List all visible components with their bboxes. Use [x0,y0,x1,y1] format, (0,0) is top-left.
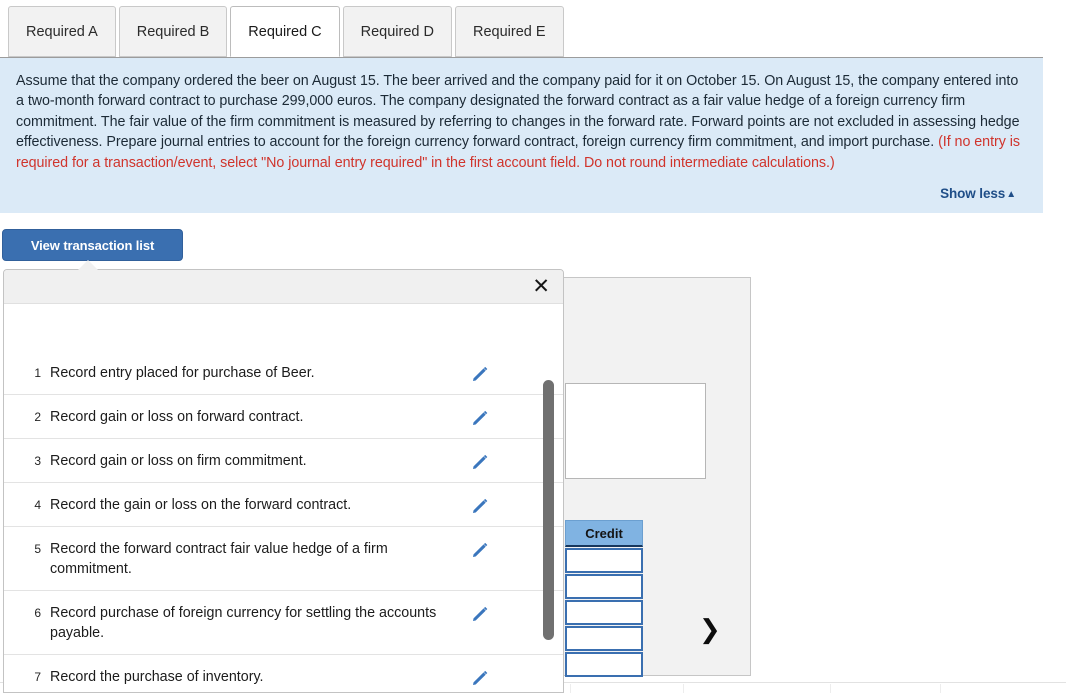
transaction-label: Record the forward contract fair value h… [50,541,388,577]
transaction-row[interactable]: 7 Record the purchase of inventory. [4,655,563,692]
pencil-icon [471,364,490,383]
credit-input-cell[interactable] [565,652,643,677]
transaction-label: Record the purchase of inventory. [50,669,264,685]
transaction-row[interactable]: 3 Record gain or loss on firm commitment. [4,439,563,483]
transaction-list-modal: ✕ 1 Record entry placed for purchase of B… [3,269,564,693]
transaction-row[interactable]: 2 Record gain or loss on forward contract… [4,395,563,439]
view-transaction-list-button[interactable]: View transaction list [2,229,183,261]
edit-transaction-button[interactable] [450,603,510,623]
modal-body: 1 Record entry placed for purchase of Bee… [4,304,563,692]
footer-tick [830,684,831,693]
pencil-icon [471,540,490,559]
transaction-number: 6 [34,606,41,620]
credit-column: Credit [565,520,643,677]
credit-input-cell[interactable] [565,626,643,651]
footer-tick [940,684,941,693]
transaction-row[interactable]: 6 Record purchase of foreign currency for… [4,591,563,655]
tab-label: Required D [360,23,434,40]
instruction-text: Assume that the company ordered the beer… [16,71,1025,173]
tab-required-c[interactable]: Required C [230,6,340,57]
transaction-number: 1 [34,366,41,380]
tab-required-a[interactable]: Required A [8,6,116,57]
pencil-icon [471,668,490,687]
pencil-icon [471,408,490,427]
pencil-icon [471,604,490,623]
view-transaction-list-label: View transaction list [30,237,155,253]
pencil-icon [471,452,490,471]
transaction-list: 1 Record entry placed for purchase of Bee… [4,351,563,692]
tab-label: Required B [136,23,210,40]
edit-transaction-button[interactable] [450,363,510,383]
credit-input-cell[interactable] [565,548,643,573]
tab-required-b[interactable]: Required B [118,6,228,57]
tab-label: Required E [472,23,546,40]
transaction-label: Record purchase of foreign currency for … [50,605,437,641]
transaction-row[interactable]: 1 Record entry placed for purchase of Bee… [4,351,563,395]
footer-tick [683,684,684,693]
close-icon[interactable]: ✕ [532,274,550,299]
instruction-body: Assume that the company ordered the beer… [16,73,1020,151]
credit-column-header: Credit [565,520,643,547]
transaction-number: 4 [34,498,41,512]
tab-label: Required C [248,23,322,40]
transaction-label: Record gain or loss on firm commitment. [50,453,307,469]
credit-input-cell[interactable] [565,574,643,599]
transaction-label: Record the gain or loss on the forward c… [50,497,352,513]
transaction-label: Record gain or loss on forward contract. [50,409,304,425]
transaction-number: 5 [34,542,41,556]
modal-header: ✕ [4,270,563,304]
transaction-number: 3 [34,454,41,468]
next-chevron-icon[interactable]: ❯ [699,617,721,643]
required-tabs: Required A Required B Required C Require… [8,3,567,57]
modal-pointer-arrow [78,260,98,270]
tab-required-e[interactable]: Required E [454,6,564,57]
transaction-label: Record entry placed for purchase of Beer… [50,365,315,381]
edit-transaction-button[interactable] [450,495,510,515]
transaction-row[interactable]: 4 Record the gain or loss on the forward … [4,483,563,527]
caret-up-icon: ▲ [1006,189,1016,200]
edit-transaction-button[interactable] [450,451,510,471]
pencil-icon [471,496,490,515]
instruction-panel: Assume that the company ordered the beer… [0,57,1043,213]
tab-label: Required A [26,23,98,40]
edit-transaction-button[interactable] [450,667,510,687]
modal-scrollbar-thumb[interactable] [543,380,554,640]
transaction-number: 7 [34,670,41,684]
edit-transaction-button[interactable] [450,407,510,427]
show-less-label: Show less [940,186,1006,201]
credit-input-cell[interactable] [565,600,643,625]
show-less-toggle[interactable]: Show less▲ [940,186,1016,201]
tab-required-d[interactable]: Required D [342,6,452,57]
transaction-number: 2 [34,410,41,424]
transaction-row[interactable]: 5 Record the forward contract fair value … [4,527,563,591]
footer-tick [570,684,571,693]
journal-entry-box [565,383,706,479]
edit-transaction-button[interactable] [450,539,510,559]
